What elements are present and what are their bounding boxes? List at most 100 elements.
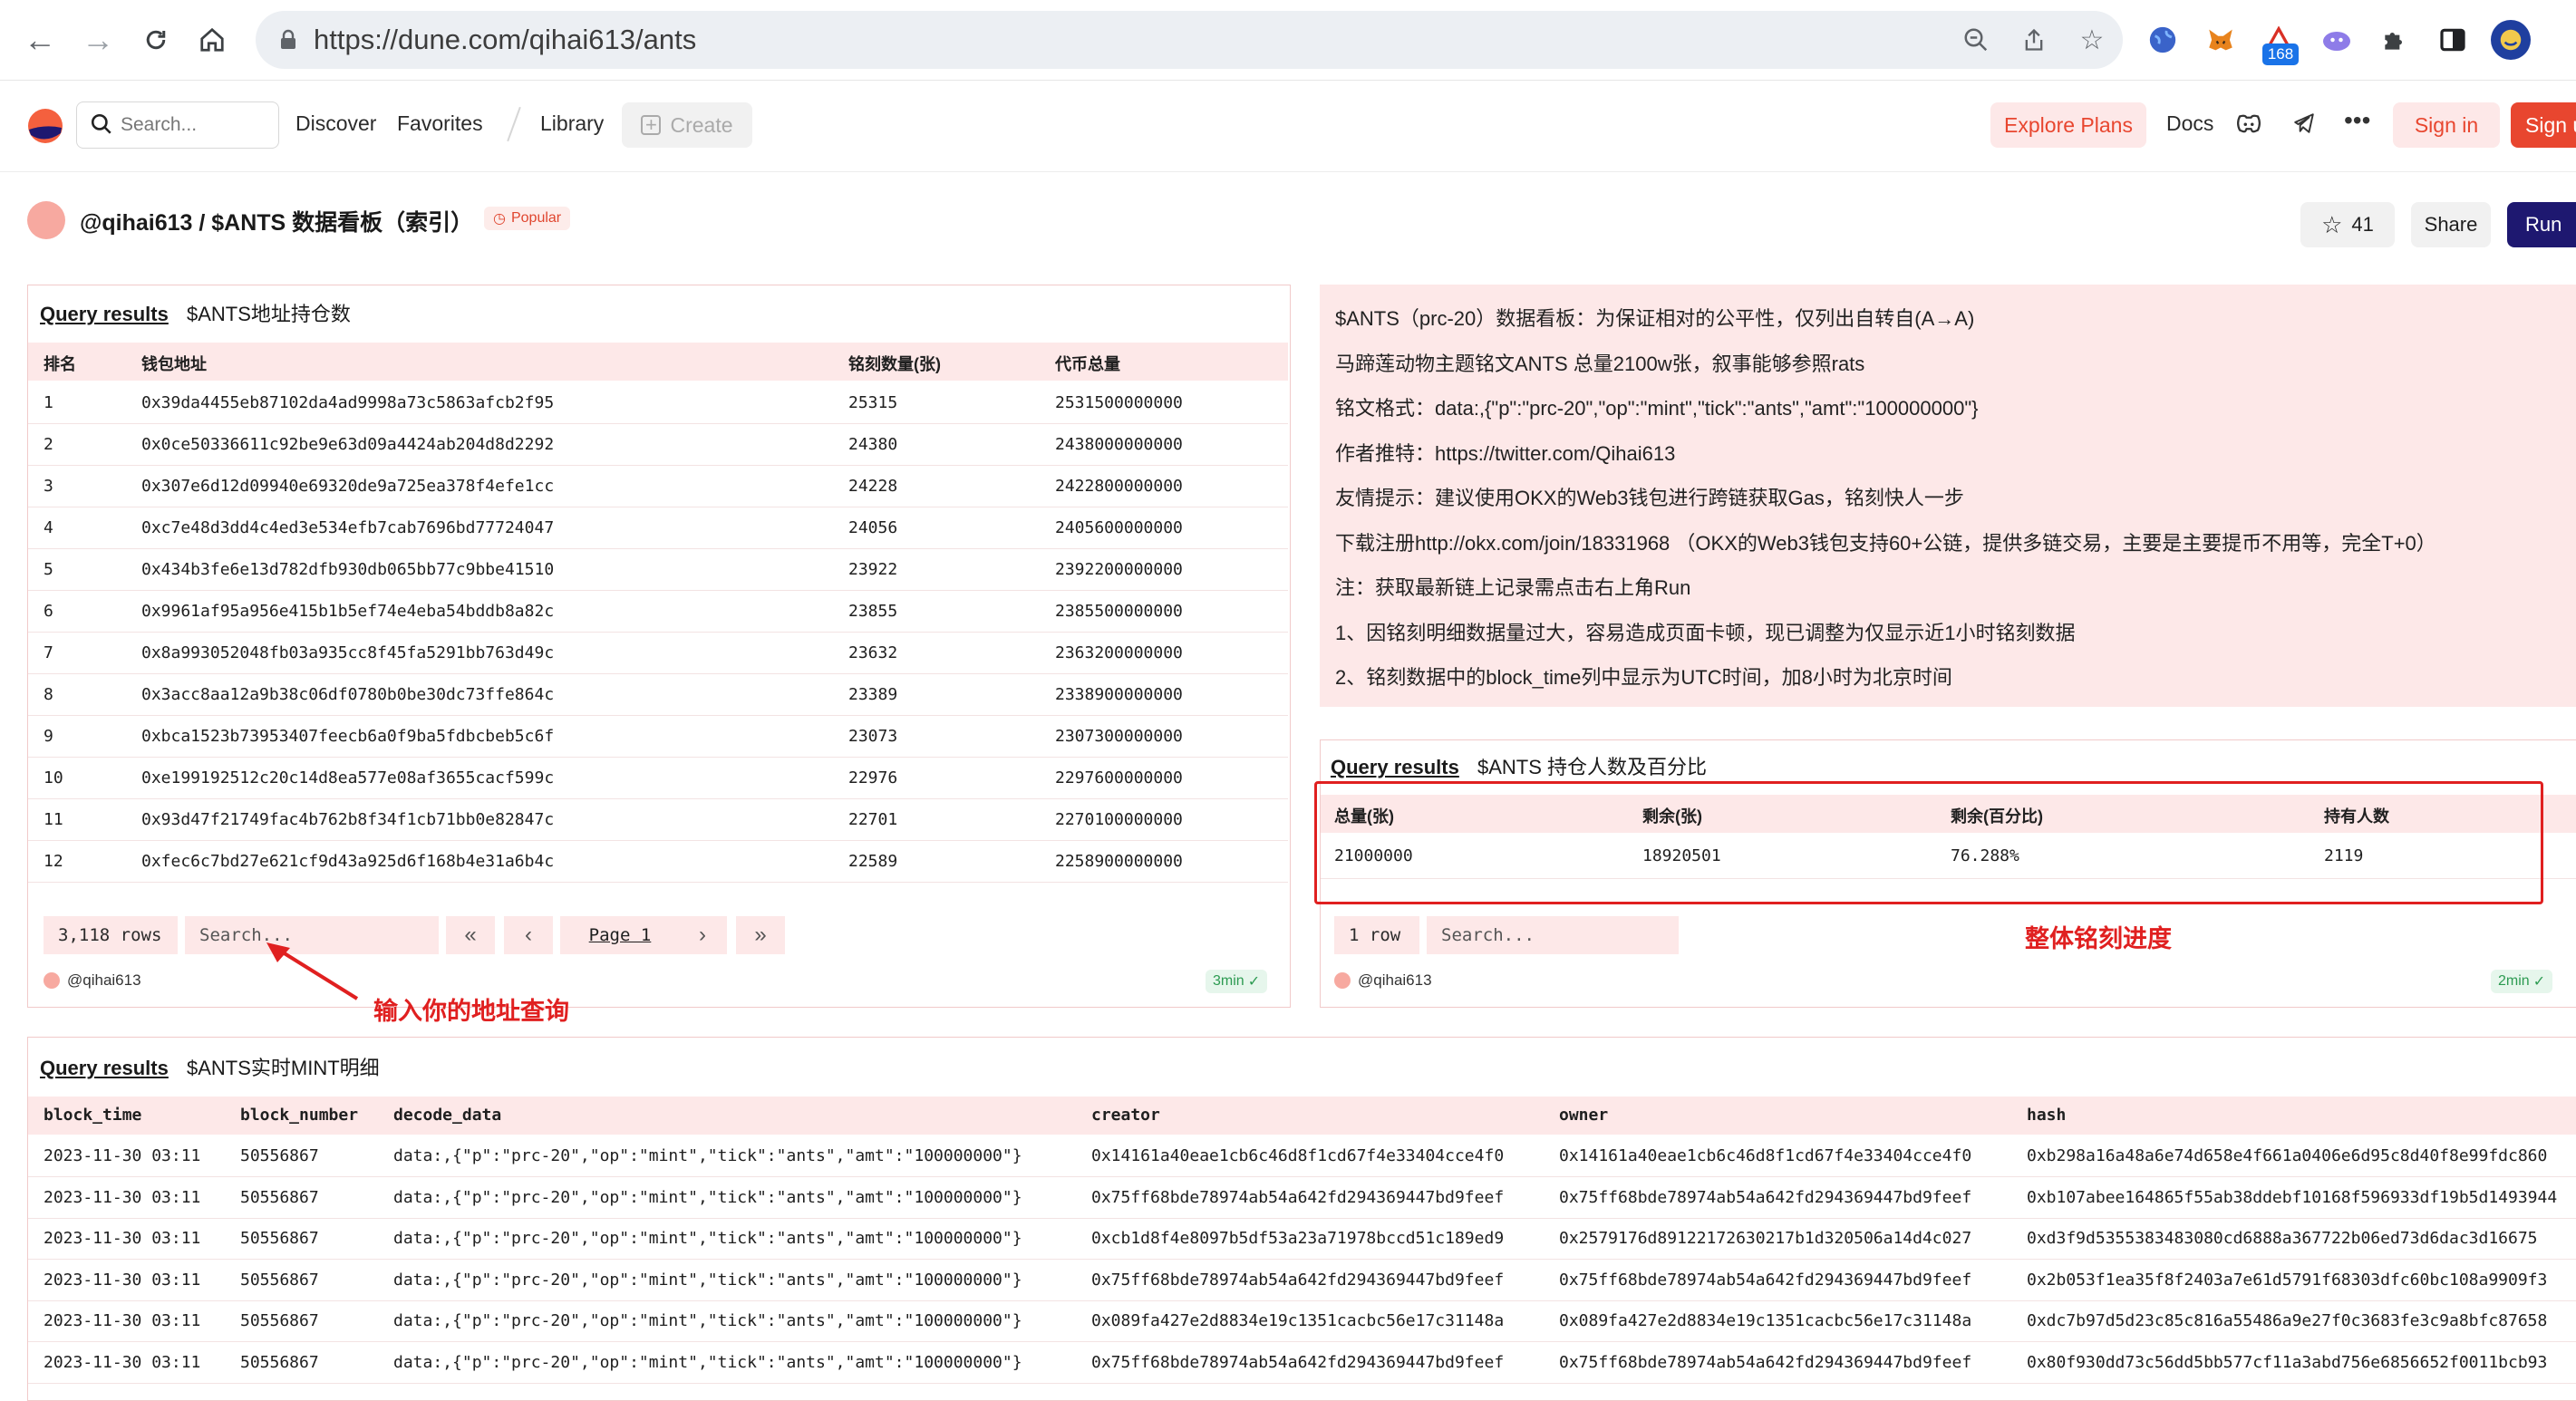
col-rank[interactable]: 排名: [44, 352, 76, 375]
share-page-icon[interactable]: [2014, 20, 2054, 60]
col-token-total[interactable]: 代币总量: [1055, 352, 1120, 375]
sign-up-button[interactable]: Sign up: [2511, 102, 2576, 148]
holders-author-name: @qihai613: [67, 971, 141, 989]
zoom-icon[interactable]: [1956, 20, 1996, 60]
puzzle-extensions-icon[interactable]: [2375, 20, 2415, 60]
address-bar[interactable]: https://dune.com/qihai613/ants ☆: [256, 11, 2123, 69]
supply-query-results-link[interactable]: Query results: [1331, 756, 1459, 778]
table-cell: 0x089fa427e2d8834e19c1351cacbc56e17c3114…: [1091, 1311, 1505, 1330]
dune-logo[interactable]: [27, 108, 63, 144]
table-cell: 0xb107abee164865f55ab38ddebf10168f596933…: [2027, 1187, 2558, 1207]
mints-col-header[interactable]: block_time: [44, 1106, 141, 1125]
table-cell: 22701: [848, 810, 898, 829]
share-button[interactable]: Share: [2411, 202, 2491, 247]
reload-icon[interactable]: [136, 20, 176, 60]
table-cell: 2258900000000: [1055, 852, 1183, 871]
table-cell: data:,{"p":"prc-20","op":"mint","tick":"…: [393, 1270, 1022, 1290]
table-cell: 0x8a993052048fb03a935cc8f45fa5291bb763d4…: [141, 643, 555, 662]
author-avatar[interactable]: [27, 201, 65, 239]
run-button[interactable]: Run: [2507, 202, 2576, 247]
table-cell: 24228: [848, 477, 898, 496]
nav-discover[interactable]: Discover: [295, 111, 376, 136]
supply-query-name: $ANTS 持仓人数及百分比: [1477, 756, 1707, 778]
query-results-link[interactable]: Query results: [40, 303, 169, 325]
discord-like-extension-icon[interactable]: [2317, 20, 2357, 60]
table-cell: 7: [44, 643, 53, 662]
table-cell: 50556867: [240, 1311, 319, 1330]
prev-page-icon[interactable]: ‹: [504, 916, 553, 954]
more-options-icon[interactable]: •••: [2344, 106, 2370, 135]
table-cell: 0x089fa427e2d8834e19c1351cacbc56e17c3114…: [1559, 1311, 1972, 1330]
docs-link[interactable]: Docs: [2166, 111, 2213, 136]
supply-author[interactable]: @qihai613: [1334, 971, 1432, 990]
page-indicator[interactable]: Page 1: [560, 916, 680, 954]
table-cell: 50556867: [240, 1146, 319, 1165]
table-cell: 0xc7e48d3dd4c4ed3e534efb7cab7696bd777240…: [141, 518, 555, 537]
telegram-icon[interactable]: [2291, 111, 2317, 140]
supply-search-input[interactable]: Search...: [1427, 916, 1679, 954]
plus-icon: +: [641, 113, 662, 136]
table-cell: 0x434b3fe6e13d782dfb930db065bb77c9bbe415…: [141, 560, 555, 579]
sign-in-button[interactable]: Sign in: [2393, 102, 2500, 148]
metamask-fox-icon[interactable]: [2201, 20, 2241, 60]
site-info-icon[interactable]: [268, 20, 308, 60]
table-cell: 2438000000000: [1055, 435, 1183, 454]
table-cell: 0x75ff68bde78974ab54a642fd294369447bd9fe…: [1091, 1270, 1505, 1290]
nav-library[interactable]: Library: [540, 111, 604, 136]
progress-highlight-box: [1314, 781, 2543, 904]
explore-plans-button[interactable]: Explore Plans: [1990, 102, 2146, 148]
profile-avatar[interactable]: [2491, 20, 2531, 60]
star-count: 41: [2351, 213, 2374, 236]
info-line: 马蹄莲动物主题铭文ANTS 总量2100w张，叙事能够参照rats: [1335, 352, 1865, 375]
table-cell: data:,{"p":"prc-20","op":"mint","tick":"…: [393, 1311, 1022, 1330]
col-wallet[interactable]: 钱包地址: [141, 352, 207, 375]
col-mint-count[interactable]: 铭刻数量(张): [848, 352, 941, 375]
forward-arrow-icon[interactable]: →: [78, 20, 118, 60]
search-placeholder[interactable]: Search...: [121, 114, 197, 136]
back-arrow-icon[interactable]: ←: [20, 20, 60, 60]
supply-age-badge: 2min ✓: [2491, 970, 2553, 993]
table-cell: data:,{"p":"prc-20","op":"mint","tick":"…: [393, 1352, 1022, 1372]
last-page-icon[interactable]: »: [736, 916, 785, 954]
holders-age: 3min: [1213, 973, 1244, 989]
supply-author-name: @qihai613: [1358, 971, 1432, 989]
table-cell: 0x2579176d89122172630217b1d320506a14d4c0…: [1559, 1229, 1972, 1248]
table-cell: 50556867: [240, 1229, 319, 1248]
table-cell: 2023-11-30 03:11: [44, 1229, 201, 1248]
mints-col-header[interactable]: creator: [1091, 1106, 1160, 1125]
holders-row-count: 3,118 rows: [44, 916, 178, 954]
table-cell: 0x75ff68bde78974ab54a642fd294369447bd9fe…: [1091, 1352, 1505, 1372]
table-cell: 0x2b053f1ea35f8f2403a7e61d5791f68303dfc6…: [2027, 1270, 2548, 1290]
table-cell: 10: [44, 768, 63, 787]
check-icon: ✓: [2532, 974, 2546, 990]
next-page-icon[interactable]: ›: [678, 916, 727, 954]
table-cell: 0x14161a40eae1cb6c46d8f1cd67f4e33404cce4…: [1559, 1146, 1972, 1165]
favorite-button[interactable]: ☆ 41: [2300, 202, 2395, 247]
mints-query-results-link[interactable]: Query results: [40, 1057, 169, 1079]
home-icon[interactable]: [192, 20, 232, 60]
mints-col-header[interactable]: hash: [2027, 1106, 2066, 1125]
mints-col-header[interactable]: owner: [1559, 1106, 1608, 1125]
discord-icon[interactable]: [2235, 111, 2262, 140]
table-cell: 2338900000000: [1055, 685, 1183, 704]
globe-extension-icon[interactable]: [2143, 20, 2183, 60]
first-page-icon[interactable]: «: [446, 916, 495, 954]
row-divider: [28, 882, 1288, 883]
table-cell: 0xbca1523b73953407feecb6a0f9ba5fdbcbeb5c…: [141, 727, 555, 746]
mints-col-header[interactable]: block_number: [240, 1106, 358, 1125]
table-cell: 0x14161a40eae1cb6c46d8f1cd67f4e33404cce4…: [1091, 1146, 1505, 1165]
create-button[interactable]: + Create: [622, 102, 752, 148]
table-cell: 24380: [848, 435, 898, 454]
info-line: 友情提示：建议使用OKX的Web3钱包进行跨链获取Gas，铭刻快人一步: [1335, 487, 1964, 509]
nav-favorites[interactable]: Favorites: [397, 111, 483, 136]
table-cell: 23922: [848, 560, 898, 579]
bookmark-star-icon[interactable]: ☆: [2072, 20, 2112, 60]
side-panel-icon[interactable]: [2433, 20, 2473, 60]
dashboard-title: @qihai613 / $ANTS 数据看板（索引）: [80, 210, 474, 236]
search-box[interactable]: Search...: [76, 101, 279, 149]
holders-author[interactable]: @qihai613: [44, 971, 141, 990]
mints-col-header[interactable]: decode_data: [393, 1106, 501, 1125]
url-text[interactable]: https://dune.com/qihai613/ants: [314, 24, 696, 56]
table-cell: 22976: [848, 768, 898, 787]
fire-icon: ◷: [493, 211, 506, 227]
